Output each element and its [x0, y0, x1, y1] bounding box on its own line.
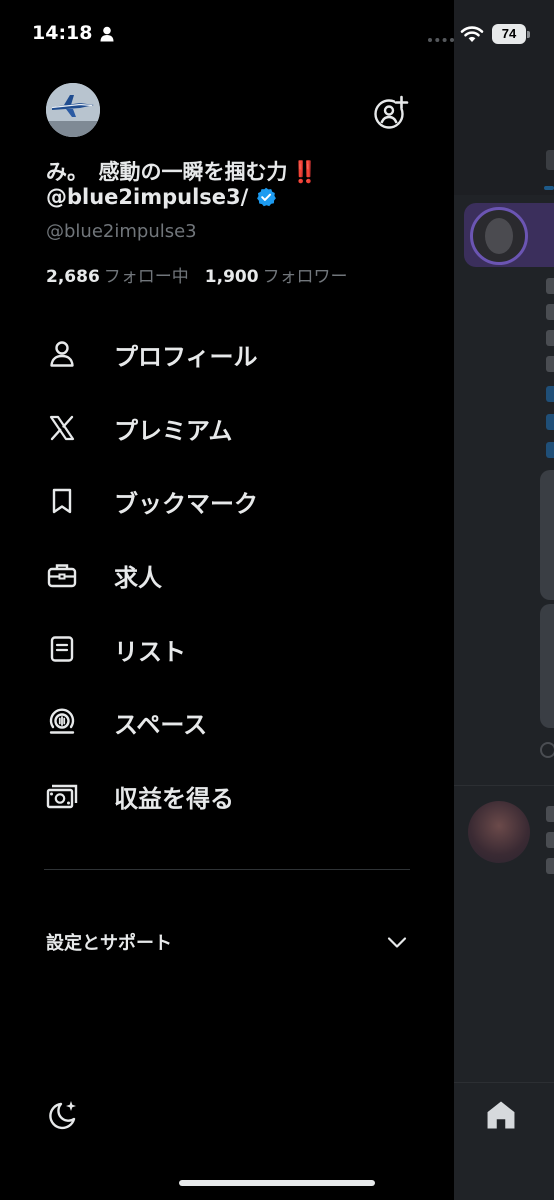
- menu-item-label: 収益を得る: [114, 784, 234, 813]
- feed-text-fragment: [546, 356, 554, 372]
- menu-item-label: プロフィール: [114, 342, 258, 371]
- bookmark-icon: [44, 483, 80, 519]
- menu-item-label: プレミアム: [114, 416, 233, 445]
- feed-text-fragment: [546, 330, 554, 346]
- feed-text-fragment: [546, 304, 554, 320]
- feed-reply-icon: [540, 742, 554, 758]
- feed-text-fragment: [546, 806, 554, 822]
- home-icon[interactable]: [484, 1098, 518, 1132]
- display-name-text: み。 感動の一瞬を掴む力: [46, 160, 288, 184]
- list-icon: [44, 631, 80, 667]
- menu-item-jobs[interactable]: 求人: [44, 545, 424, 605]
- home-indicator[interactable]: [179, 1180, 375, 1186]
- menu-item-label: スペース: [114, 710, 208, 739]
- menu-item-spaces[interactable]: スペース: [44, 692, 424, 752]
- feed-space-avatar: [470, 207, 528, 265]
- feed-separator: [454, 785, 554, 786]
- following-count: 2,686: [46, 267, 100, 287]
- battery-indicator: 74: [492, 24, 530, 44]
- avatar-jet-image: [46, 83, 100, 137]
- feed-hashtag-fragment: [546, 414, 554, 430]
- feed-text-fragment: [546, 858, 554, 874]
- menu-item-bookmarks[interactable]: ブックマーク: [44, 471, 424, 531]
- feed-tab-fragment: [546, 150, 554, 170]
- follow-stats: 2,686 フォロー中 1,900 フォロワー: [46, 262, 348, 287]
- verified-badge-icon: [257, 187, 277, 207]
- display-name-line-2[interactable]: @blue2impulse3/: [46, 185, 277, 209]
- user-handle: @blue2impulse3: [46, 221, 197, 242]
- monetization-icon: [44, 778, 80, 814]
- feed-avatar: [468, 801, 530, 863]
- menu-item-label: 求人: [114, 563, 162, 592]
- add-account-icon[interactable]: [373, 95, 409, 131]
- chevron-down-icon: [387, 937, 407, 948]
- feed-text-fragment: [546, 832, 554, 848]
- background-feed: [454, 0, 554, 1200]
- feed-media-image: [540, 470, 554, 600]
- feed-hashtag-fragment: [546, 386, 554, 402]
- spaces-icon: [44, 704, 80, 740]
- settings-and-support-toggle[interactable]: 設定とサポート: [46, 918, 412, 966]
- feed-hashtag-fragment: [546, 442, 554, 458]
- feed-text-fragment: [546, 278, 554, 294]
- moon-theme-icon[interactable]: [44, 1098, 80, 1134]
- feed-tab-indicator: [544, 186, 554, 190]
- wifi-icon: [460, 26, 484, 42]
- double-exclamation-emoji: ‼️: [291, 160, 318, 184]
- display-name[interactable]: み。 感動の一瞬を掴む力 ‼️: [46, 156, 318, 186]
- menu-item-lists[interactable]: リスト: [44, 619, 424, 679]
- x-logo-icon: [44, 410, 80, 446]
- display-name-line-2-text: @blue2impulse3/: [46, 185, 249, 209]
- menu-divider: [44, 869, 410, 870]
- person-icon: [44, 336, 80, 372]
- person-status-icon: [100, 26, 114, 42]
- menu-item-profile[interactable]: プロフィール: [44, 324, 424, 384]
- followers-link[interactable]: 1,900 フォロワー: [205, 267, 348, 287]
- signal-dots-icon: [428, 38, 454, 42]
- side-drawer: 14:18 74 み。 感動の一瞬を掴む力 ‼️ @blue2impulse3/…: [0, 0, 530, 1200]
- followers-label: フォロワー: [262, 267, 348, 287]
- followers-count: 1,900: [204, 267, 259, 287]
- status-time: 14:18: [32, 22, 93, 44]
- following-link[interactable]: 2,686 フォロー中: [46, 267, 189, 287]
- menu-item-premium[interactable]: プレミアム: [44, 398, 424, 458]
- following-label: フォロー中: [103, 267, 189, 287]
- settings-and-support-label: 設定とサポート: [46, 933, 172, 954]
- briefcase-icon: [44, 557, 80, 593]
- avatar[interactable]: [46, 83, 100, 137]
- feed-media-image: [540, 604, 554, 728]
- menu-item-monetization[interactable]: 収益を得る: [44, 766, 424, 826]
- menu-item-label: リスト: [114, 637, 186, 666]
- menu-item-label: ブックマーク: [114, 489, 258, 518]
